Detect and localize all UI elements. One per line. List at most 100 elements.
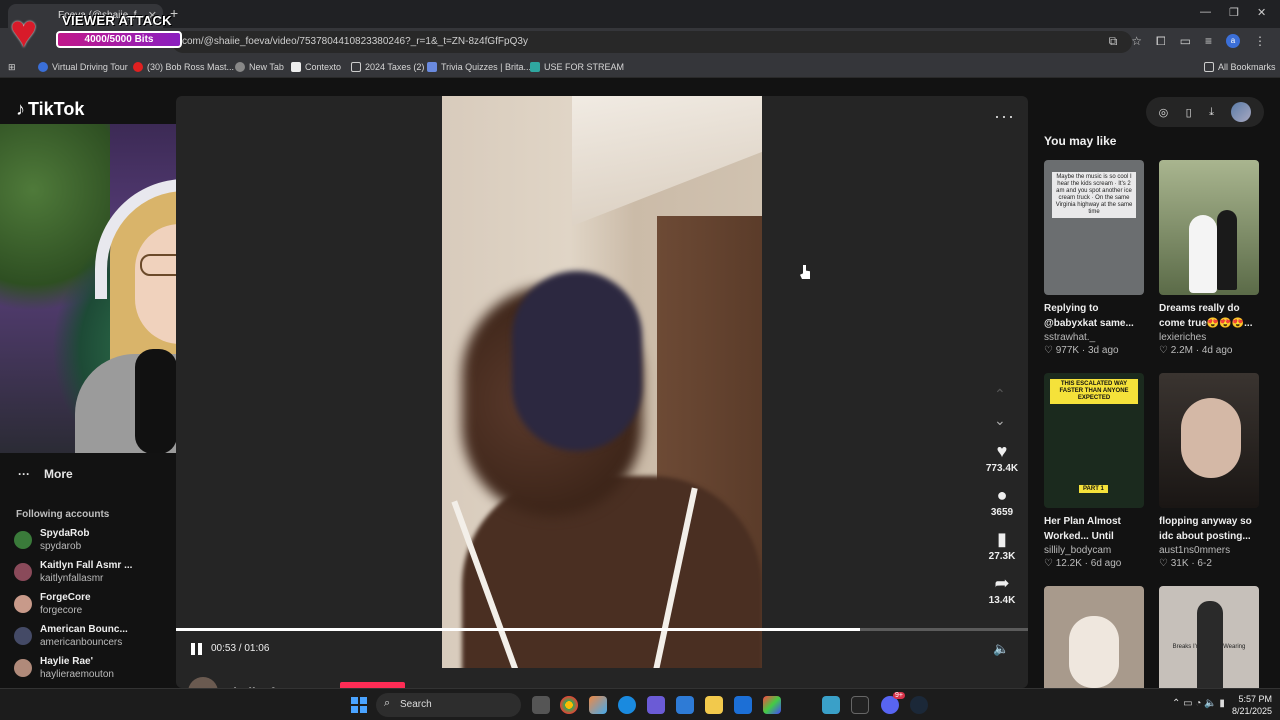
globe-icon xyxy=(38,62,48,72)
recommended-video[interactable]: Dreams really do come true😍😍😍... lexieri… xyxy=(1159,160,1259,356)
recommended-video[interactable]: THIS ESCALATED WAY FASTER THAN ANYONE EX… xyxy=(1044,373,1144,569)
app-icon[interactable] xyxy=(822,696,840,714)
minimize-icon[interactable]: — xyxy=(1200,6,1211,18)
taskbar-search-label: Search xyxy=(400,699,432,710)
steam-icon[interactable] xyxy=(910,696,928,714)
bookmark-virtual-driving[interactable]: Virtual Driving Tour xyxy=(38,62,128,72)
bookmark-contexto[interactable]: Contexto xyxy=(291,62,341,72)
system-tray-icons[interactable]: ⌃ ▭ ◔ 🔈 ▮ xyxy=(1172,698,1225,709)
recommended-video[interactable]: Maybe the music is so cool I hear the ki… xyxy=(1044,160,1144,356)
clock-date: 8/21/2025 xyxy=(1231,706,1272,716)
thumbnail-caption: THIS ESCALATED WAY FASTER THAN ANYONE EX… xyxy=(1050,379,1138,404)
taskbar-clock[interactable]: 5:57 PM 8/21/2025 xyxy=(1226,693,1272,717)
install-app-icon[interactable]: ⧉ xyxy=(1109,34,1118,49)
url-text: com/@shaiie_foeva/video/7537804410823380… xyxy=(182,36,528,47)
video-title: Replying to @babyxkat same... xyxy=(1044,303,1134,329)
video-author: sstrawhat._ xyxy=(1044,332,1096,343)
next-video-chevron-down-icon[interactable]: ⌄ xyxy=(994,412,1006,429)
video-thumbnail[interactable]: THIS ESCALATED WAY FASTER THAN ANYONE EX… xyxy=(1044,373,1144,508)
microsoft-365-icon[interactable] xyxy=(763,696,781,714)
taskbar-search[interactable]: ⌕ Search xyxy=(376,693,521,717)
outlook-icon[interactable] xyxy=(734,696,752,714)
copilot-icon[interactable] xyxy=(589,696,607,714)
video-stats: ♡ 12.2K · 6d ago xyxy=(1044,558,1122,569)
video-thumbnail[interactable] xyxy=(1159,160,1259,295)
thumbnail-bride xyxy=(1189,215,1217,293)
edge-icon[interactable] xyxy=(618,696,636,714)
all-bookmarks-folder[interactable]: All Bookmarks xyxy=(1204,62,1276,72)
browser-menu-icon[interactable]: ⋮ xyxy=(1254,34,1266,49)
account-handle: spydarob xyxy=(40,541,82,552)
tiktok-logo[interactable]: ♪ TikTok xyxy=(16,99,84,120)
following-account[interactable]: SpydaRob spydarob xyxy=(14,528,89,552)
heart-icon: ♥ xyxy=(996,441,1008,461)
user-avatar[interactable] xyxy=(1231,102,1252,122)
bookmark-taxes-folder[interactable]: 2024 Taxes (2) xyxy=(351,62,424,72)
search-icon: ⌕ xyxy=(384,697,391,709)
volume-icon[interactable]: 🔈 xyxy=(993,641,1009,657)
thumbnail-caption: Maybe the music is so cool I hear the ki… xyxy=(1052,172,1136,218)
video-thumbnail[interactable] xyxy=(1159,373,1259,508)
video-frame[interactable] xyxy=(442,96,762,668)
following-account[interactable]: ForgeCore forgecore xyxy=(14,592,91,616)
capcut-icon[interactable] xyxy=(851,696,869,714)
clock-time: 5:57 PM xyxy=(1238,694,1272,704)
teams-icon[interactable] xyxy=(647,696,665,714)
video-stats: ♡ 31K · 6-2 xyxy=(1159,558,1212,569)
account-handle: haylieraemouton xyxy=(40,669,114,680)
address-bar[interactable]: com/@shaiie_foeva/video/7537804410823380… xyxy=(172,31,1132,53)
download-icon[interactable]: ⤓ xyxy=(1209,106,1214,119)
bookmark-trivia[interactable]: Trivia Quizzes | Brita... xyxy=(427,62,531,72)
bookmark-new-tab[interactable]: New Tab xyxy=(235,62,284,72)
close-window-icon[interactable]: ✕ xyxy=(1257,6,1266,19)
bookmarks-bar: ⊞ Virtual Driving Tour (30) Bob Ross Mas… xyxy=(0,56,1280,78)
video-more-options-icon[interactable]: ··· xyxy=(994,106,1015,127)
sidebar-icon[interactable]: ▭ xyxy=(1180,34,1191,49)
like-button[interactable]: ♥ 773.4K xyxy=(976,441,1028,474)
profile-avatar[interactable]: a xyxy=(1226,34,1240,48)
sidebar-more[interactable]: ··· More xyxy=(18,467,73,481)
video-title: flopping anyway so idc about posting... xyxy=(1159,516,1252,542)
device-icon[interactable]: ▯ xyxy=(1186,106,1192,119)
viewer-attack-bits-bar: 4000/5000 Bits xyxy=(56,31,182,48)
tiktok-note-icon: ♪ xyxy=(16,99,25,119)
recommended-video[interactable]: flopping anyway so idc about posting... … xyxy=(1159,373,1259,569)
video-author: aust1ns0mmers xyxy=(1159,545,1231,556)
video-progress-bar[interactable] xyxy=(176,628,1028,631)
account-avatar xyxy=(14,531,32,549)
file-explorer-icon[interactable] xyxy=(705,696,723,714)
account-handle: forgecore xyxy=(40,605,83,616)
bookmark-label: 2024 Taxes (2) xyxy=(365,62,425,72)
video-person-hair xyxy=(512,271,642,451)
save-button[interactable]: ▮ 27.3K xyxy=(976,529,1028,562)
task-view-icon[interactable] xyxy=(532,696,550,714)
following-account[interactable]: Kaitlyn Fall Asmr ... kaitlynfallasmr xyxy=(14,560,132,584)
following-account[interactable]: American Bounc... americanbouncers xyxy=(14,624,128,648)
bookmark-bob-ross[interactable]: (30) Bob Ross Mast... xyxy=(133,62,234,72)
bookmark-use-for-stream[interactable]: USE FOR STREAM xyxy=(530,62,624,72)
thumbnail-face xyxy=(1181,398,1241,478)
video-title: Dreams really do come true😍😍😍... xyxy=(1159,303,1253,329)
media-controls-icon[interactable]: ≡ xyxy=(1205,34,1212,49)
more-label: More xyxy=(44,467,73,481)
previous-video-chevron-up-icon[interactable]: ⌃ xyxy=(994,386,1006,403)
tiktok-page: ♪ TikTok ··· More Following accounts Spy… xyxy=(0,79,1280,720)
extensions-icon[interactable]: ⧠ xyxy=(1156,34,1166,49)
video-thumbnail[interactable]: Maybe the music is so cool I hear the ki… xyxy=(1044,160,1144,295)
following-account[interactable]: Haylie Rae' haylieraemouton xyxy=(14,656,114,680)
chrome-icon[interactable] xyxy=(560,696,578,714)
comment-button[interactable]: ● 3659 xyxy=(976,485,1028,518)
pause-button[interactable] xyxy=(190,642,204,656)
apps-grid-icon[interactable]: ⊞ xyxy=(8,62,16,73)
account-handle: kaitlynfallasmr xyxy=(40,573,104,584)
photos-icon[interactable] xyxy=(676,696,694,714)
windows-start-icon[interactable] xyxy=(351,697,367,713)
following-accounts-title: Following accounts xyxy=(16,509,110,520)
bookmark-label: New Tab xyxy=(249,62,284,72)
bookmark-star-icon[interactable]: ☆ xyxy=(1131,34,1142,49)
bookmark-icon: ▮ xyxy=(997,529,1007,549)
share-button[interactable]: ➦ 13.4K xyxy=(976,573,1028,606)
coins-icon[interactable]: ◎ xyxy=(1159,106,1169,119)
restore-icon[interactable]: ❐ xyxy=(1229,6,1239,19)
comment-count: 3659 xyxy=(990,507,1014,518)
